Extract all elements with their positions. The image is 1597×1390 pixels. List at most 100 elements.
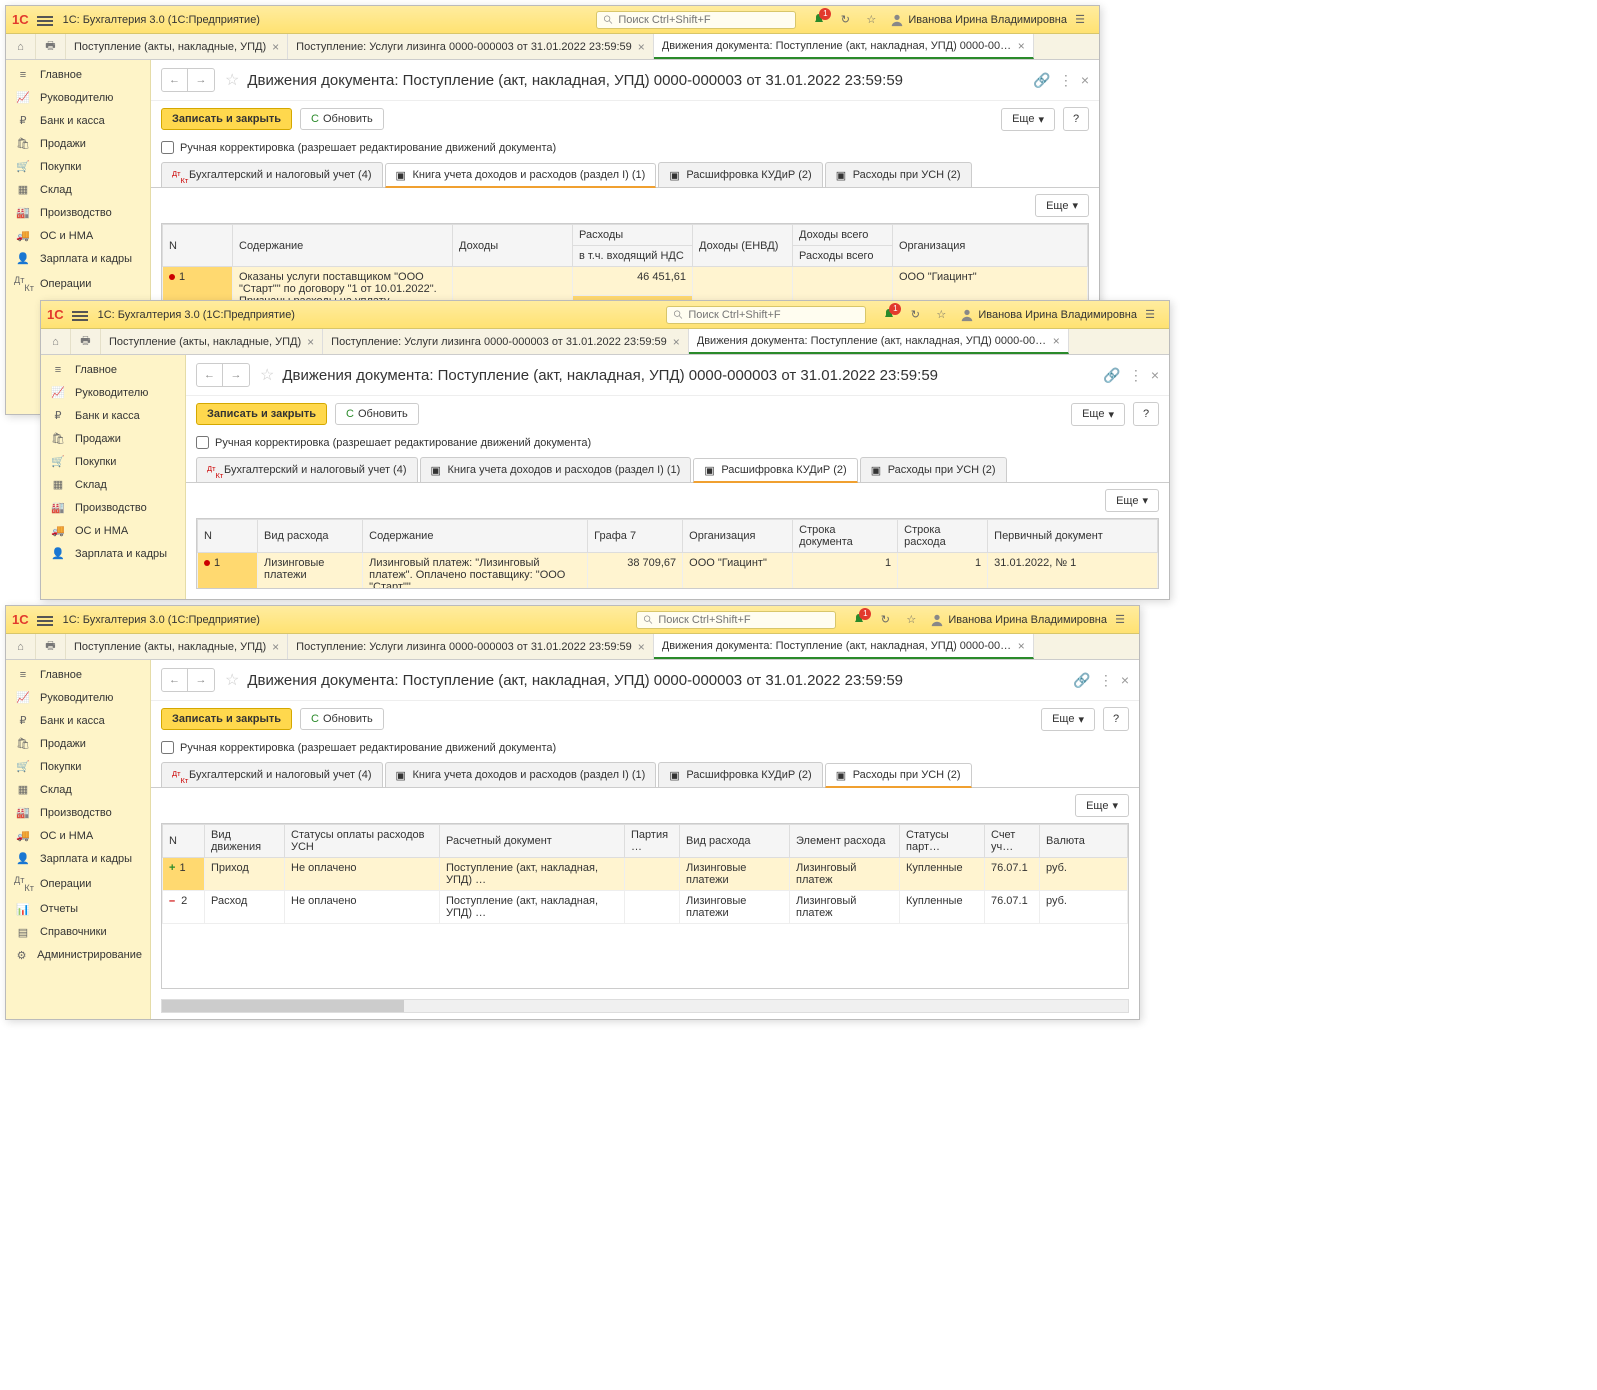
nav-pok[interactable]: 🛒Покупки [6,155,150,178]
nav-ruk[interactable]: 📈Руководителю [6,86,150,109]
link-icon[interactable]: 🔗 [1073,672,1090,689]
close-icon[interactable]: × [272,40,279,54]
nav-os[interactable]: 🚚ОС и НМА [41,519,185,542]
more-button[interactable]: Еще ▾ [1041,708,1095,731]
nav-oper[interactable]: ДтКтОперации [6,870,150,898]
dtab-acc[interactable]: ДтКтБухгалтерский и налоговый учет (4) [196,457,418,482]
dtab-rasch[interactable]: ▣Расшифровка КУДиР (2) [658,162,822,187]
back-icon[interactable]: ← [162,669,188,691]
close-icon[interactable]: × [272,640,279,654]
star-icon[interactable]: ☆ [931,305,951,325]
refresh-button[interactable]: СОбновить [300,108,384,130]
help-button[interactable]: ? [1133,402,1159,426]
nav-admin[interactable]: ⚙Администрирование [6,944,150,967]
link-icon[interactable]: 🔗 [1103,367,1120,384]
usn-grid[interactable]: N Вид движения Статусы оплаты расходов У… [162,824,1128,924]
dtab-kudr[interactable]: ▣Книга учета доходов и расходов (раздел … [385,163,657,188]
bell-icon[interactable]: 1 [809,10,829,30]
nav-zp[interactable]: 👤Зарплата и кадры [6,847,150,870]
table-row[interactable]: 1 Оказаны услуги поставщиком "ООО "Старт… [163,267,1088,296]
close-icon[interactable]: × [1081,72,1089,88]
manual-edit-checkbox[interactable] [161,141,174,154]
search-input[interactable] [688,309,859,321]
home-icon[interactable]: ⌂ [6,634,36,659]
more-button[interactable]: Еще ▾ [1001,108,1055,131]
dtab-acc[interactable]: ДтКтБухгалтерский и налоговый учет (4) [161,762,383,787]
refresh-button[interactable]: СОбновить [335,403,419,425]
save-close-button[interactable]: Записать и закрыть [196,403,327,425]
nav-skl[interactable]: ▦Склад [41,473,185,496]
nav-skl[interactable]: ▦Склад [6,178,150,201]
user-label[interactable]: Иванова Ирина Владимировна [890,13,1067,27]
close-icon[interactable]: × [1151,367,1159,383]
user-label[interactable]: Иванова Ирина Владимировна [960,308,1137,322]
forward-icon[interactable]: → [188,69,214,91]
nav-main[interactable]: ≡Главное [41,359,185,381]
nav-skl[interactable]: ▦Склад [6,778,150,801]
grid-more-button[interactable]: Еще ▾ [1035,194,1089,217]
search-input[interactable] [658,614,829,626]
nav-os[interactable]: 🚚ОС и НМА [6,824,150,847]
back-icon[interactable]: ← [197,364,223,386]
tab-2[interactable]: Поступление: Услуги лизинга 0000-000003 … [288,34,654,59]
nav-proizv[interactable]: 🏭Производство [41,496,185,519]
close-icon[interactable]: × [1121,672,1129,688]
nav-oper[interactable]: ДтКтОперации [6,270,150,298]
nav-proizv[interactable]: 🏭Производство [6,201,150,224]
tab-3[interactable]: Движения документа: Поступление (акт, на… [654,34,1034,59]
global-search[interactable] [666,306,866,324]
save-close-button[interactable]: Записать и закрыть [161,708,292,730]
nav-back-forward[interactable]: ←→ [196,363,250,387]
menu-icon[interactable] [72,309,88,321]
save-close-button[interactable]: Записать и закрыть [161,108,292,130]
dtab-rasch[interactable]: ▣Расшифровка КУДиР (2) [693,458,857,483]
favorite-icon[interactable]: ☆ [225,670,239,690]
table-row[interactable]: –2 Расход Не оплачено Поступление (акт, … [163,891,1128,924]
nav-ruk[interactable]: 📈Руководителю [6,686,150,709]
close-icon[interactable]: × [638,640,645,654]
bell-icon[interactable]: 1 [849,610,869,630]
table-row[interactable]: +1 Приход Не оплачено Поступление (акт, … [163,858,1128,891]
grid-more-button[interactable]: Еще ▾ [1105,489,1159,512]
nav-bank[interactable]: ₽Банк и касса [41,404,185,427]
dtab-usn[interactable]: ▣Расходы при УСН (2) [860,457,1007,482]
dtab-kudr[interactable]: ▣Книга учета доходов и расходов (раздел … [420,457,692,482]
nav-prod[interactable]: 🛍Продажи [6,132,150,155]
more-icon[interactable]: ⋮ [1099,672,1113,689]
user-label[interactable]: Иванова Ирина Владимировна [930,613,1107,627]
manual-edit-checkbox[interactable] [161,741,174,754]
star-icon[interactable]: ☆ [861,10,881,30]
nav-main[interactable]: ≡Главное [6,664,150,686]
refresh-button[interactable]: СОбновить [300,708,384,730]
tab-1[interactable]: Поступление (акты, накладные, УПД)× [66,34,288,59]
menu-icon[interactable] [37,614,53,626]
bell-icon[interactable]: 1 [879,305,899,325]
print-icon[interactable]: 🖶 [71,329,101,354]
settings-icon[interactable]: ☰ [1070,10,1090,30]
history-icon[interactable]: ↻ [875,610,895,630]
table-row[interactable]: 1 Лизинговые платежи Лизинговый платеж: … [198,553,1158,590]
nav-otch[interactable]: 📊Отчеты [6,898,150,921]
print-icon[interactable]: 🖶 [36,34,66,59]
dtab-usn[interactable]: ▣Расходы при УСН (2) [825,162,972,187]
nav-bank[interactable]: ₽Банк и касса [6,709,150,732]
manual-edit-checkbox[interactable] [196,436,209,449]
nav-proizv[interactable]: 🏭Производство [6,801,150,824]
nav-back-forward[interactable]: ←→ [161,668,215,692]
close-icon[interactable]: × [1018,639,1025,653]
dtab-kudr[interactable]: ▣Книга учета доходов и расходов (раздел … [385,762,657,787]
tab-3[interactable]: Движения документа: Поступление (акт, на… [689,329,1069,354]
nav-os[interactable]: 🚚ОС и НМА [6,224,150,247]
nav-bank[interactable]: ₽Банк и касса [6,109,150,132]
nav-prod[interactable]: 🛍Продажи [6,732,150,755]
tab-2[interactable]: Поступление: Услуги лизинга 0000-000003 … [323,329,689,354]
scroll-thumb[interactable] [162,1000,404,1012]
settings-icon[interactable]: ☰ [1110,610,1130,630]
global-search[interactable] [596,11,796,29]
help-button[interactable]: ? [1063,107,1089,131]
link-icon[interactable]: 🔗 [1033,72,1050,89]
nav-pok[interactable]: 🛒Покупки [6,755,150,778]
search-input[interactable] [618,14,789,26]
dtab-rasch[interactable]: ▣Расшифровка КУДиР (2) [658,762,822,787]
global-search[interactable] [636,611,836,629]
